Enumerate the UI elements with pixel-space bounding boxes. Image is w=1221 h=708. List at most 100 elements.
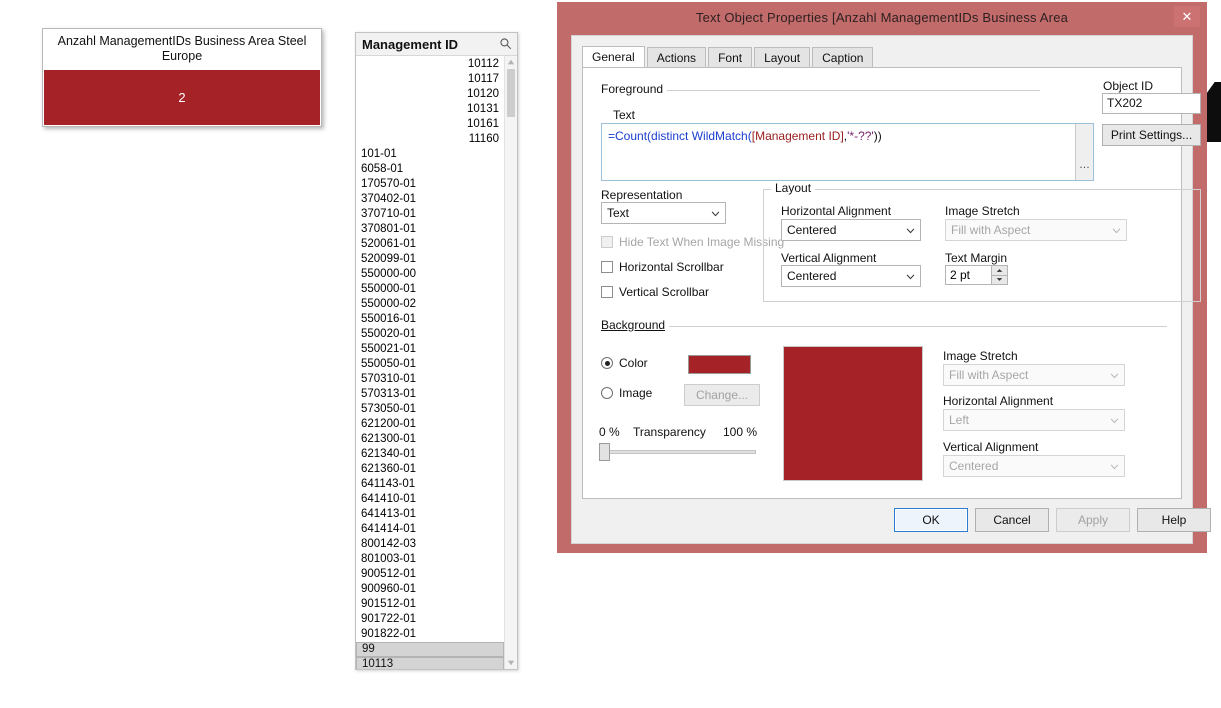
layout-horizontal-alignment-value: Centered	[787, 223, 837, 237]
transparency-slider-track[interactable]	[601, 450, 756, 454]
layout-horizontal-alignment-select[interactable]: Centered	[781, 219, 921, 241]
scroll-up-icon[interactable]	[505, 56, 517, 68]
list-item[interactable]: 621300-01	[356, 432, 504, 447]
background-color-radio[interactable]: Color	[601, 356, 648, 370]
list-item[interactable]: 550020-01	[356, 327, 504, 342]
hide-text-when-image-missing-checkbox[interactable]: Hide Text When Image Missing	[601, 235, 784, 249]
list-item[interactable]: 641143-01	[356, 477, 504, 492]
checkbox-box	[601, 286, 613, 298]
list-item[interactable]: 621200-01	[356, 417, 504, 432]
list-item[interactable]: 550000-01	[356, 282, 504, 297]
listbox-rows[interactable]: 10112 10117 10120 10131 10161 11160 101-01 6058…	[356, 56, 504, 669]
list-item[interactable]: 11160	[356, 132, 504, 147]
tab-actions[interactable]: Actions	[646, 47, 707, 68]
transparency-min-label: 0 %	[599, 425, 620, 439]
magnifier-icon[interactable]	[499, 37, 513, 51]
text-margin-stepper[interactable]: 2 pt	[945, 265, 1008, 285]
radio-dot	[601, 387, 613, 399]
list-item[interactable]: 170570-01	[356, 177, 504, 192]
list-item[interactable]: 641410-01	[356, 492, 504, 507]
list-item[interactable]: 570313-01	[356, 387, 504, 402]
background-vertical-alignment-select[interactable]: Centered	[943, 455, 1125, 477]
object-id-field[interactable]: TX202	[1102, 93, 1201, 114]
scroll-down-icon[interactable]	[505, 657, 517, 669]
list-item-selected[interactable]: 99	[356, 642, 504, 657]
list-item[interactable]: 550021-01	[356, 342, 504, 357]
layout-image-stretch-select[interactable]: Fill with Aspect	[945, 219, 1127, 241]
ok-button[interactable]: OK	[894, 508, 968, 532]
listbox-caption: Management ID	[356, 33, 517, 56]
list-item[interactable]: 641414-01	[356, 522, 504, 537]
text-margin-arrows[interactable]	[991, 265, 1008, 285]
list-item[interactable]: 901512-01	[356, 597, 504, 612]
list-item[interactable]: 370402-01	[356, 192, 504, 207]
list-item[interactable]: 520061-01	[356, 237, 504, 252]
apply-button[interactable]: Apply	[1056, 508, 1130, 532]
layout-horizontal-alignment-label: Horizontal Alignment	[781, 204, 892, 218]
list-item[interactable]: 550050-01	[356, 357, 504, 372]
list-item[interactable]: 101-01	[356, 147, 504, 162]
transparency-slider-thumb[interactable]	[599, 443, 610, 461]
list-item[interactable]: 550016-01	[356, 312, 504, 327]
background-image-stretch-select[interactable]: Fill with Aspect	[943, 364, 1125, 386]
list-item[interactable]: 520099-01	[356, 252, 504, 267]
expression-text[interactable]: =Count(distinct WildMatch([Management ID…	[602, 124, 1075, 180]
tab-general[interactable]: General	[582, 46, 645, 68]
background-image-stretch-value: Fill with Aspect	[949, 368, 1029, 382]
list-item[interactable]: 900960-01	[356, 582, 504, 597]
list-item[interactable]: 570310-01	[356, 372, 504, 387]
list-item[interactable]: 6058-01	[356, 162, 504, 177]
list-item[interactable]: 900512-01	[356, 567, 504, 582]
list-item[interactable]: 10117	[356, 72, 504, 87]
list-item[interactable]: 550000-00	[356, 267, 504, 282]
background-horizontal-alignment-select[interactable]: Left	[943, 409, 1125, 431]
representation-label: Representation	[601, 188, 683, 202]
list-item[interactable]: 621340-01	[356, 447, 504, 462]
list-item[interactable]: 801003-01	[356, 552, 504, 567]
close-icon[interactable]: ✕	[1174, 6, 1200, 27]
stepper-up-icon[interactable]	[991, 265, 1008, 275]
tab-caption[interactable]: Caption	[812, 47, 874, 68]
vertical-scrollbar-checkbox[interactable]: Vertical Scrollbar	[601, 285, 709, 299]
text-object-properties-dialog: Text Object Properties [Anzahl Managemen…	[557, 2, 1211, 553]
list-item[interactable]: 621360-01	[356, 462, 504, 477]
list-item[interactable]: 800142-03	[356, 537, 504, 552]
list-item[interactable]: 10112	[356, 57, 504, 72]
print-settings-button[interactable]: Print Settings...	[1102, 124, 1201, 146]
horizontal-scrollbar-checkbox[interactable]: Horizontal Scrollbar	[601, 260, 724, 274]
list-item[interactable]: 901722-01	[356, 612, 504, 627]
listbox-management-id[interactable]: Management ID 10112 10117 10120 10131 10161 1…	[355, 32, 518, 670]
tab-pane-general: Foreground Text =Count(distinct WildMatc…	[582, 67, 1201, 499]
list-item-selected[interactable]: 10113	[356, 657, 504, 669]
list-item[interactable]: 10131	[356, 102, 504, 117]
list-item[interactable]: 370710-01	[356, 207, 504, 222]
stepper-down-icon[interactable]	[991, 274, 1008, 285]
background-image-radio[interactable]: Image	[601, 386, 652, 400]
list-item[interactable]: 573050-01	[356, 402, 504, 417]
background-color-swatch[interactable]	[687, 354, 752, 375]
list-item[interactable]: 370801-01	[356, 222, 504, 237]
tab-layout[interactable]: Layout	[754, 47, 811, 68]
list-item[interactable]: 641413-01	[356, 507, 504, 522]
text-object-kpi[interactable]: Anzahl ManagementIDs Business Area Steel…	[42, 28, 322, 127]
scrollbar-thumb[interactable]	[507, 69, 515, 117]
listbox-scrollbar[interactable]	[504, 56, 517, 669]
representation-select[interactable]: Text	[601, 202, 726, 224]
background-change-button[interactable]: Change...	[684, 384, 760, 406]
layout-vertical-alignment-select[interactable]: Centered	[781, 265, 921, 287]
dialog-titlebar[interactable]: Text Object Properties [Anzahl Managemen…	[557, 2, 1207, 32]
expression-expand-button[interactable]: …	[1075, 124, 1093, 180]
expression-token: '*-??'	[847, 129, 874, 143]
list-item[interactable]: 901822-01	[356, 627, 504, 642]
cancel-button[interactable]: Cancel	[975, 508, 1049, 532]
tab-font[interactable]: Font	[708, 47, 753, 68]
list-item[interactable]: 550000-02	[356, 297, 504, 312]
expression-token: ))	[873, 129, 882, 143]
list-item[interactable]: 10161	[356, 117, 504, 132]
text-margin-value[interactable]: 2 pt	[945, 265, 991, 285]
expression-editor[interactable]: =Count(distinct WildMatch([Management ID…	[601, 123, 1094, 181]
chevron-down-icon	[906, 269, 915, 283]
list-item[interactable]: 10120	[356, 87, 504, 102]
help-button[interactable]: Help	[1137, 508, 1211, 532]
representation-value: Text	[607, 206, 630, 220]
